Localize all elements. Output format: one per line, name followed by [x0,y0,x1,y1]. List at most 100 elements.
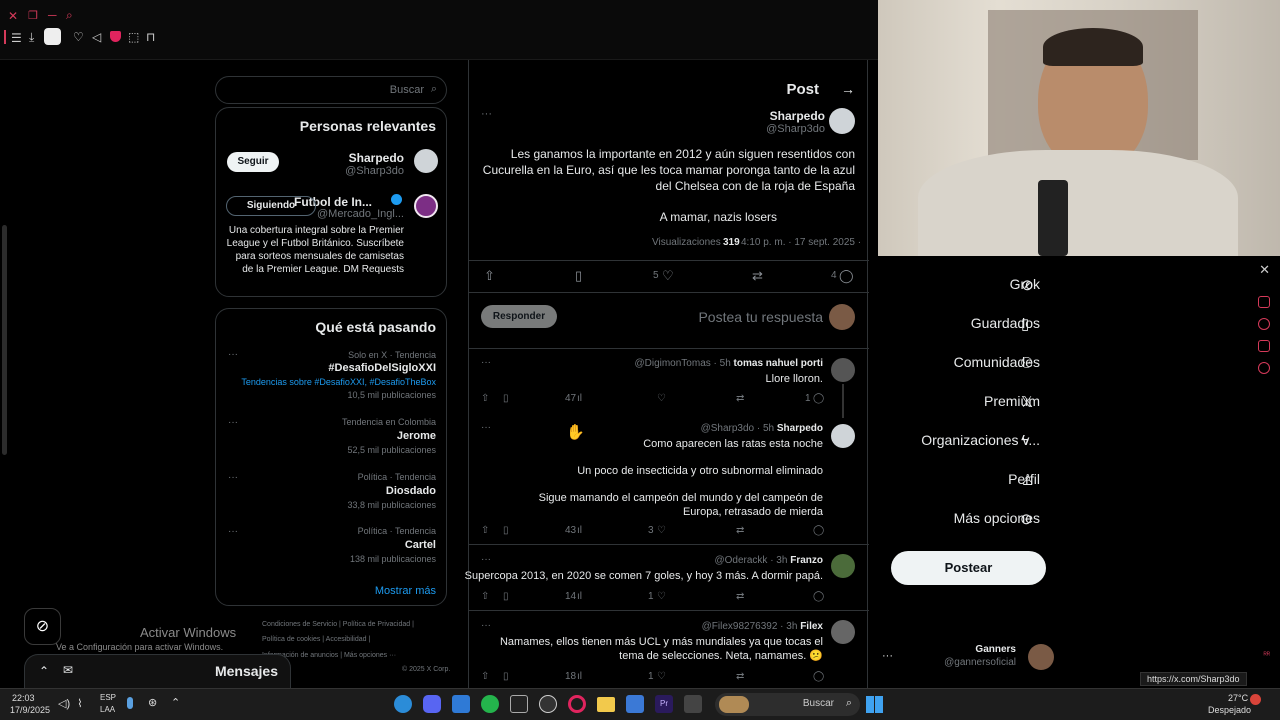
opera-icon[interactable] [568,695,586,713]
trend-extra[interactable]: Tendencias sobre #DesafioXXI, #DesafioTh… [241,377,436,387]
views-icon[interactable]: ıl [577,393,582,404]
capcut-icon[interactable] [510,695,528,713]
download-icon[interactable]: ⤓ [29,30,34,45]
reply-icon[interactable]: ◯ [839,268,854,284]
reply-button[interactable]: Responder [481,305,557,328]
show-more-link[interactable]: Mostrar más [375,585,436,597]
reply-icon[interactable]: ◯ [813,525,824,536]
reply-icon[interactable]: ◯ [813,671,824,682]
views-icon[interactable]: ıl [577,671,582,682]
footer-links[interactable]: Condiciones de Servicio | Política de Pr… [262,621,414,628]
nav-item-bookmarks[interactable]: Guardados [971,315,1040,337]
trend-more-icon[interactable]: ··· [228,472,238,483]
repost-icon[interactable]: ⇄ [736,393,744,404]
post-author[interactable]: Sharpedo [770,109,825,123]
reply-more-icon[interactable]: ··· [481,357,491,368]
network-icon[interactable]: ⌇ [77,698,82,710]
minus-icon[interactable]: ─ [48,8,57,22]
reply-header[interactable]: @DigimonTomas · 5h tomas nahuel porti [634,358,823,369]
search-box[interactable]: Buscar ⌕ [215,76,447,104]
views-icon[interactable]: ıl [577,525,582,536]
search-icon[interactable]: ⌕ [66,8,73,23]
share-icon[interactable]: ⇧ [481,671,489,682]
app-icon[interactable] [684,695,702,713]
edge-icon[interactable] [394,695,412,713]
screenshot-icon[interactable]: ⬚ [128,30,139,44]
avatar[interactable] [831,620,855,644]
avatar[interactable] [831,554,855,578]
close-panel-icon[interactable]: ✕ [1259,262,1270,278]
heart-icon[interactable]: ♡ [73,30,84,44]
bookmark-icon[interactable]: ▯ [503,591,509,602]
reply-more-icon[interactable]: ··· [481,620,491,631]
volume-icon[interactable]: ◁) [58,698,70,710]
share-icon[interactable]: ⇧ [484,268,495,284]
reply-icon[interactable]: ◯ [813,393,824,404]
avatar[interactable] [831,358,855,382]
menu-icon[interactable]: ☰ [11,31,22,45]
weather-text[interactable]: Despejado [1208,705,1251,715]
avatar[interactable] [829,108,855,134]
lang-code[interactable]: ESP [100,693,116,702]
person-name[interactable]: Sharpedo [349,151,404,165]
tray-icon[interactable]: ⊛ [148,696,157,709]
store-icon[interactable] [626,695,644,713]
discord-icon[interactable] [423,695,441,713]
post-more-icon[interactable]: ··· [481,108,492,120]
back-arrow-icon[interactable]: → [841,81,855,97]
bookmark-icon[interactable]: ▯ [503,525,509,536]
reply-more-icon[interactable]: ··· [481,554,491,565]
trend-name[interactable]: Cartel [405,539,436,551]
repost-icon[interactable]: ⇄ [736,671,744,682]
pin-icon[interactable]: ⊓ [146,30,155,44]
flag-icon[interactable] [1258,296,1270,308]
lang-layout[interactable]: LAA [100,705,115,714]
trend-name[interactable]: #DesafioDelSigloXXI [328,362,436,374]
reply-header[interactable]: @Filex98276392 · 3h Filex [702,621,823,632]
obs-icon[interactable] [539,695,557,713]
bookmark-icon[interactable]: ▯ [575,268,582,284]
reply-input[interactable]: Postea tu respuesta [698,309,823,325]
avatar[interactable] [414,194,438,218]
repost-icon[interactable]: ⇄ [752,268,763,284]
like-icon[interactable]: ♡ [657,591,666,602]
like-icon[interactable]: ♡ [657,393,666,404]
bookmark-icon[interactable]: ▯ [503,393,509,404]
trend-more-icon[interactable]: ··· [228,417,238,428]
chevron-up-icon[interactable]: ⌃ [171,696,180,709]
premiere-icon[interactable]: Pr [655,695,673,713]
footer-links[interactable]: Política de cookies | Accesibilidad | [262,636,370,643]
share-icon[interactable]: ⇧ [481,525,489,536]
trend-name[interactable]: Diosdado [386,485,436,497]
browser-app-icon[interactable] [481,695,499,713]
bell-icon[interactable] [1258,340,1270,352]
trend-more-icon[interactable]: ··· [228,526,238,537]
bookmark-icon[interactable]: ▯ [503,671,509,682]
clock-date[interactable]: 17/9/2025 [10,705,50,715]
post-button[interactable]: Postear [891,551,1046,585]
like-icon[interactable]: ♡ [662,268,674,284]
shield-app-icon[interactable] [452,695,470,713]
taskbar-search[interactable]: Buscar ⌕ [715,693,860,716]
folder-icon[interactable] [597,697,615,712]
messages-bar[interactable]: ⌃ ✉ Mensajes [24,654,291,688]
like-icon[interactable]: ♡ [657,525,666,536]
copy-icon[interactable]: ❐ [28,9,38,22]
notification-badge[interactable] [1250,694,1261,705]
windows-start-icon[interactable] [866,696,883,713]
new-message-icon[interactable]: ✉ [63,663,73,677]
send-icon[interactable]: ◁ [92,30,101,44]
clock-icon[interactable] [1258,318,1270,330]
trend-more-icon[interactable]: ··· [228,349,238,360]
following-button[interactable]: Siguiendo [226,196,316,216]
reply-icon[interactable]: ◯ [813,591,824,602]
avatar[interactable] [831,424,855,448]
views-icon[interactable]: ıl [577,591,582,602]
weather-temp[interactable]: 27°C [1228,693,1248,703]
reply-more-icon[interactable]: ··· [481,422,491,433]
clock-time[interactable]: 22:03 [12,693,35,703]
post-handle[interactable]: @Sharp3do [766,123,825,135]
shield-icon[interactable] [110,31,121,42]
trend-name[interactable]: Jerome [397,430,436,442]
avatar[interactable] [414,149,438,173]
